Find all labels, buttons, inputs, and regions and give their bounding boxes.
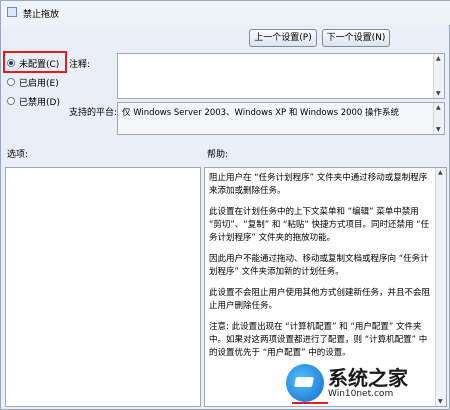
supported-platform-label: 支持的平台:: [69, 108, 118, 118]
help-label: 帮助:: [207, 150, 229, 160]
scroll-up-icon[interactable]: ▲: [438, 169, 443, 176]
comment-label: 注释:: [69, 60, 91, 70]
supported-platform-value: 仅 Windows Server 2003、Windows XP 和 Windo…: [122, 108, 400, 118]
window-title: 禁止拖放: [23, 10, 60, 20]
help-paragraph: 注意: 此设置出现在 “计算机配置” 和 “用户配置” 文件夹中。如果对这两项设…: [209, 322, 428, 358]
previous-setting-button[interactable]: 上一个设置(P): [249, 29, 317, 47]
radio-label: 已禁用(D): [19, 97, 60, 108]
watermark-url: Win10net.com: [328, 388, 394, 399]
scroll-up-icon[interactable]: ▲: [436, 55, 441, 62]
radio-label: 已启用(E): [19, 78, 59, 89]
scroll-down-icon[interactable]: ▼: [436, 90, 441, 97]
help-paragraph: 阻止用户在 “任务计划程序” 文件夹中通过移动或复制程序来添加或删除任务。: [209, 173, 428, 196]
scroll-down-icon[interactable]: ▼: [436, 126, 441, 133]
help-paragraph: 因此用户不能通过拖动、移动或复制文档或程序向 “任务计划程序” 文件夹添加新的计…: [209, 254, 429, 277]
policy-icon: [7, 7, 17, 17]
red-underline: [292, 402, 328, 404]
radio-disabled[interactable]: 已禁用(D): [7, 94, 60, 108]
next-setting-button[interactable]: 下一个设置(N): [322, 29, 390, 47]
help-text: 阻止用户在 “任务计划程序” 文件夹中通过移动或复制程序来添加或删除任务。 此设…: [209, 172, 431, 368]
comment-scrollbar[interactable]: ▲ ▼: [433, 54, 444, 98]
radio-button[interactable]: [7, 97, 15, 105]
policy-setting-window: 禁止拖放 上一个设置(P) 下一个设置(N) 未配置(C) 已启用(E) 已禁用…: [0, 0, 450, 410]
radio-label: 未配置(C): [19, 59, 60, 70]
comment-textarea[interactable]: ▲ ▼: [117, 53, 445, 99]
radio-not-configured[interactable]: 未配置(C): [7, 56, 59, 70]
site-logo-icon: [286, 364, 324, 402]
title-bar: 禁止拖放: [1, 1, 450, 25]
help-paragraph: 此设置在计划任务中的上下文菜单和 “编辑” 菜单中禁用 “剪切”、“复制” 和 …: [209, 207, 430, 243]
platform-scrollbar[interactable]: ▲ ▼: [433, 103, 444, 134]
help-paragraph: 此设置不会阻止用户使用其他方式创建新任务，并且不会阻止用户删除任务。: [209, 288, 431, 311]
radio-button[interactable]: [7, 59, 15, 67]
watermark: 系统之家 Win10net.com: [286, 360, 450, 406]
options-label: 选项:: [7, 150, 29, 160]
watermark-title: 系统之家: [328, 365, 408, 390]
scroll-up-icon[interactable]: ▲: [436, 104, 441, 111]
radio-enabled[interactable]: 已启用(E): [7, 75, 59, 89]
supported-platform-box: 仅 Windows Server 2003、Windows XP 和 Windo…: [117, 102, 445, 135]
options-pane: [5, 167, 201, 407]
radio-button[interactable]: [7, 78, 15, 86]
